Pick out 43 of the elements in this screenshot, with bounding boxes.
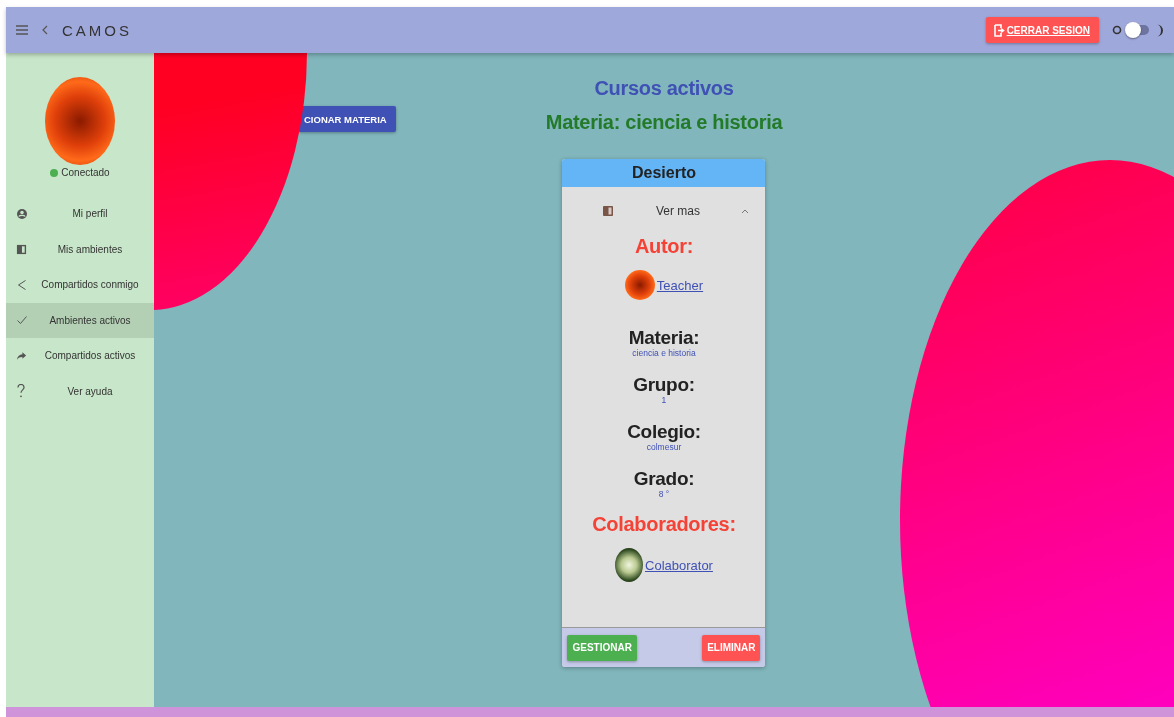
book-icon (602, 205, 615, 217)
back-icon[interactable] (42, 25, 48, 35)
sidebar-item-label: Mi perfil (71, 208, 109, 220)
field-value: 1 (661, 395, 667, 405)
sidebar-item[interactable]: Compartidos conmigo (6, 267, 154, 303)
moon-icon (1157, 23, 1164, 37)
author-avatar (624, 270, 655, 300)
expander-label: Ver mas (654, 204, 701, 218)
field-label: Colegio: (627, 422, 701, 442)
expander-header[interactable]: Ver mas (562, 187, 766, 235)
field-label: Grado: (633, 469, 695, 489)
app-title: CAMOS (62, 21, 132, 39)
account-icon (16, 207, 30, 220)
page-subtitle: Materia: ciencia e historia (545, 111, 783, 134)
sidebar-item[interactable]: Ver ayuda (6, 373, 154, 409)
menu-icon[interactable] (16, 25, 28, 35)
logout-icon (993, 23, 1005, 37)
collaborator-avatar (615, 548, 643, 582)
dark-mode-switch[interactable] (1127, 25, 1149, 35)
page-title: Cursos activos (594, 77, 734, 100)
sun-icon (1111, 24, 1123, 36)
sidebar-item-label: Compartidos conmigo (40, 279, 140, 291)
sidebar-item[interactable]: Mis ambientes (6, 231, 154, 267)
sidebar-item-label: Ver ayuda (66, 385, 114, 397)
sidebar-item-label: Ambientes activos (48, 314, 132, 326)
field-label: Materia: (628, 328, 700, 348)
author-heading: Autor: (634, 235, 694, 258)
collaborators-heading: Colaboradores: (592, 513, 736, 536)
check-icon (16, 314, 30, 327)
field-value: 8 ° (658, 489, 670, 499)
author-link[interactable]: Teacher (656, 277, 704, 293)
card-title: Desierto (562, 159, 766, 187)
sidebar-item[interactable]: Compartidos activos (6, 338, 154, 374)
field-value: colmesur (646, 442, 682, 452)
sidebar-item[interactable]: Mi perfil (6, 196, 154, 232)
sidebar-item[interactable]: Ambientes activos (6, 302, 154, 338)
sidebar-item-label: Mis ambientes (56, 243, 124, 255)
field-value: ciencia e historia (632, 348, 696, 358)
status-text: Conectado (61, 167, 110, 178)
sidebar-item-label: Compartidos activos (43, 350, 137, 362)
add-subject-button[interactable]: CIONAR MATERIA (298, 106, 396, 132)
field-label: Grupo: (633, 375, 695, 395)
collaborator-link[interactable]: Colaborator (645, 557, 713, 573)
